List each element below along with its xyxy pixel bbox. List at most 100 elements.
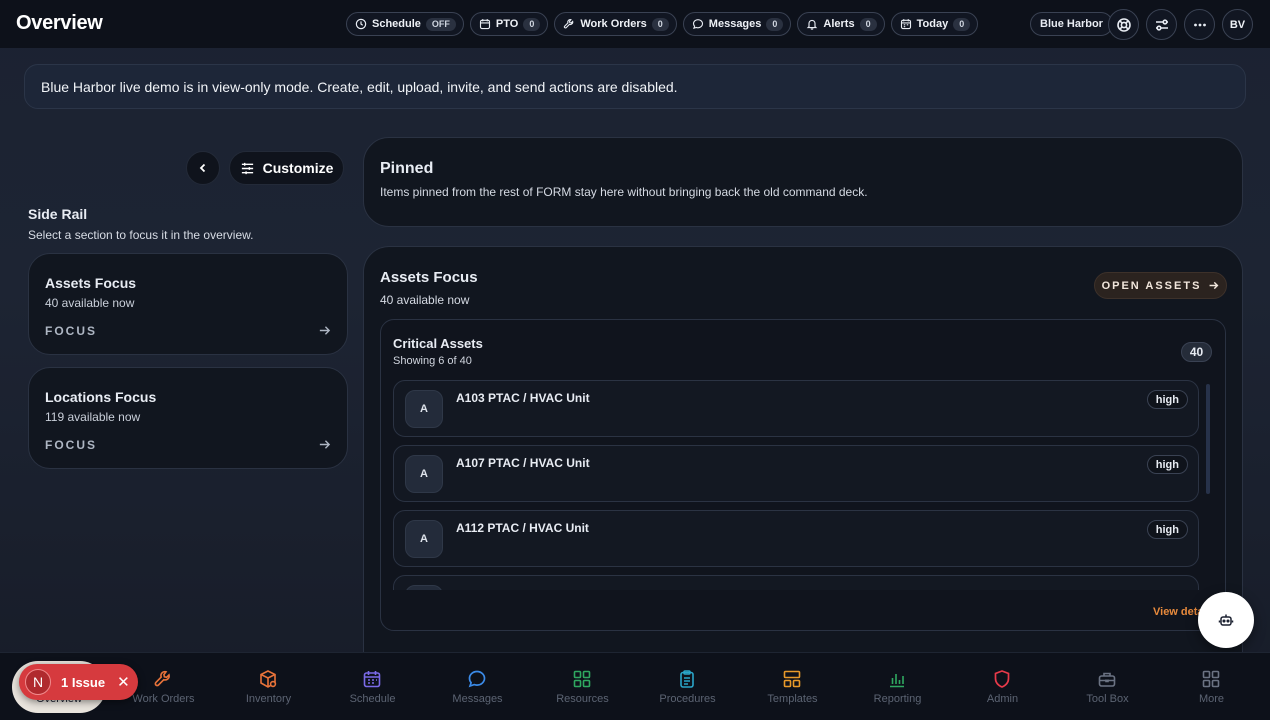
nav-item-more[interactable]: More bbox=[1159, 653, 1264, 720]
status-chips: Schedule OFF PTO 0 Work Orders 0 Message… bbox=[346, 12, 979, 36]
chip-count: 0 bbox=[766, 17, 784, 31]
issue-avatar: N bbox=[25, 669, 51, 695]
nav-label: Tool Box bbox=[1086, 693, 1129, 705]
clock-icon bbox=[355, 18, 367, 30]
asset-row[interactable]: A bbox=[393, 575, 1199, 590]
collapse-rail-button[interactable] bbox=[186, 151, 220, 185]
focus-card-title: Assets Focus bbox=[45, 275, 137, 291]
asset-row[interactable]: A A112 PTAC / HVAC Unit high bbox=[393, 510, 1199, 567]
nav-item-resources[interactable]: Resources bbox=[530, 653, 635, 720]
view-only-banner: Blue Harbor live demo is in view-only mo… bbox=[24, 64, 1246, 109]
more-options-button[interactable] bbox=[1184, 9, 1215, 40]
assets-panel-subtitle: 40 available now bbox=[380, 293, 470, 307]
assets-panel-title: Assets Focus bbox=[380, 269, 478, 286]
customize-button[interactable]: Customize bbox=[229, 151, 344, 185]
bell-icon bbox=[807, 19, 818, 30]
nav-label: Reporting bbox=[873, 693, 922, 705]
nav-label: Admin bbox=[986, 693, 1019, 705]
priority-badge: high bbox=[1146, 390, 1188, 409]
nav-label: More bbox=[1198, 693, 1225, 705]
nav-label: Templates bbox=[767, 693, 818, 705]
nav-item-messages[interactable]: Messages bbox=[425, 653, 530, 720]
asset-name: A107 PTAC / HVAC Unit bbox=[456, 456, 590, 470]
nav-label: Procedures bbox=[659, 693, 716, 705]
focus-card-subtitle: 119 available now bbox=[45, 410, 141, 424]
calendar-icon bbox=[900, 19, 911, 30]
chat-icon bbox=[692, 19, 703, 29]
wrench-icon bbox=[564, 19, 574, 29]
chip-label: Messages bbox=[708, 18, 762, 30]
chip-label: Work Orders bbox=[580, 18, 647, 30]
chip-label: Today bbox=[916, 18, 949, 30]
grid-icon bbox=[1202, 670, 1220, 688]
chat-icon bbox=[468, 670, 486, 688]
focus-card-locations[interactable]: Locations Focus 119 available now FOCUS bbox=[28, 367, 348, 469]
critical-assets-count-badge: 40 bbox=[1181, 342, 1212, 362]
layout-icon bbox=[783, 670, 801, 688]
arrow-right-icon bbox=[319, 440, 331, 449]
calendar-icon bbox=[479, 19, 490, 30]
assistant-fab-button[interactable] bbox=[1198, 592, 1254, 648]
sliders-icon bbox=[1155, 18, 1168, 31]
chip-work-orders[interactable]: Work Orders 0 bbox=[554, 12, 677, 36]
support-button[interactable] bbox=[1108, 9, 1139, 40]
rail-subtitle: Select a section to focus it in the over… bbox=[28, 228, 254, 242]
settings-toggle-button[interactable] bbox=[1146, 9, 1177, 40]
asset-row[interactable]: A A103 PTAC / HVAC Unit high bbox=[393, 380, 1199, 437]
nav-label: Messages bbox=[452, 693, 503, 705]
nav-item-schedule[interactable]: Schedule bbox=[320, 653, 425, 720]
asset-avatar: A bbox=[405, 455, 443, 493]
nav-item-inventory[interactable]: Inventory bbox=[216, 653, 321, 720]
chip-today[interactable]: Today 0 bbox=[890, 12, 979, 36]
asset-name: A103 PTAC / HVAC Unit bbox=[456, 391, 590, 405]
focus-link[interactable]: FOCUS bbox=[45, 324, 97, 338]
chip-pto[interactable]: PTO 0 bbox=[469, 12, 549, 36]
bar-chart-icon bbox=[890, 674, 904, 688]
chip-count: OFF bbox=[425, 17, 456, 31]
pinned-title: Pinned bbox=[380, 160, 434, 177]
asset-avatar: A bbox=[405, 520, 443, 558]
rail-title: Side Rail bbox=[28, 206, 88, 222]
nav-item-reporting[interactable]: Reporting bbox=[845, 653, 950, 720]
user-avatar[interactable]: BV bbox=[1222, 9, 1253, 40]
focus-link[interactable]: FOCUS bbox=[45, 438, 97, 452]
priority-badge: high bbox=[1146, 520, 1188, 539]
close-icon[interactable]: ✕ bbox=[117, 673, 130, 691]
bottom-nav: Overview Work Orders Inventory Schedule … bbox=[0, 652, 1270, 720]
chip-alerts[interactable]: Alerts 0 bbox=[797, 12, 885, 36]
nav-label: Resources bbox=[556, 693, 609, 705]
chip-label: PTO bbox=[495, 18, 519, 30]
arrow-right-icon bbox=[319, 326, 331, 335]
pinned-subtitle: Items pinned from the rest of FORM stay … bbox=[380, 185, 868, 199]
grid-icon bbox=[573, 670, 591, 688]
critical-assets-subtitle: Showing 6 of 40 bbox=[393, 355, 472, 367]
chevron-left-icon bbox=[199, 163, 206, 173]
arrow-right-icon bbox=[1209, 281, 1219, 290]
chip-label: Alerts bbox=[823, 18, 855, 30]
chip-label: Schedule bbox=[372, 18, 421, 30]
nav-item-templates[interactable]: Templates bbox=[740, 653, 845, 720]
nav-label: Schedule bbox=[349, 693, 396, 705]
list-scrollbar[interactable] bbox=[1206, 384, 1210, 494]
page-title: Overview bbox=[16, 12, 103, 34]
org-switcher[interactable]: Blue Harbor bbox=[1030, 12, 1113, 36]
lifebuoy-icon bbox=[1116, 17, 1131, 32]
customize-label: Customize bbox=[262, 160, 334, 176]
focus-card-assets[interactable]: Assets Focus 40 available now FOCUS bbox=[28, 253, 348, 355]
open-assets-button[interactable]: OPEN ASSETS bbox=[1094, 272, 1227, 299]
chip-messages[interactable]: Messages 0 bbox=[682, 12, 792, 36]
nav-label: Inventory bbox=[245, 693, 292, 705]
nav-item-tool-box[interactable]: Tool Box bbox=[1055, 653, 1160, 720]
nav-item-admin[interactable]: Admin bbox=[950, 653, 1055, 720]
chip-schedule[interactable]: Schedule OFF bbox=[346, 12, 464, 36]
robot-icon bbox=[1218, 614, 1234, 626]
sliders-icon bbox=[241, 162, 253, 174]
asset-row[interactable]: A A107 PTAC / HVAC Unit high bbox=[393, 445, 1199, 502]
critical-assets-list[interactable]: A A103 PTAC / HVAC Unit high A A107 PTAC… bbox=[393, 380, 1201, 590]
critical-assets-title: Critical Assets bbox=[393, 336, 483, 351]
nav-item-procedures[interactable]: Procedures bbox=[635, 653, 740, 720]
focus-card-title: Locations Focus bbox=[45, 389, 157, 405]
issue-toast[interactable]: N 1 Issue ✕ bbox=[19, 664, 138, 700]
critical-assets-card: Critical Assets Showing 6 of 40 40 A A10… bbox=[380, 319, 1226, 631]
shield-icon bbox=[994, 670, 1010, 688]
